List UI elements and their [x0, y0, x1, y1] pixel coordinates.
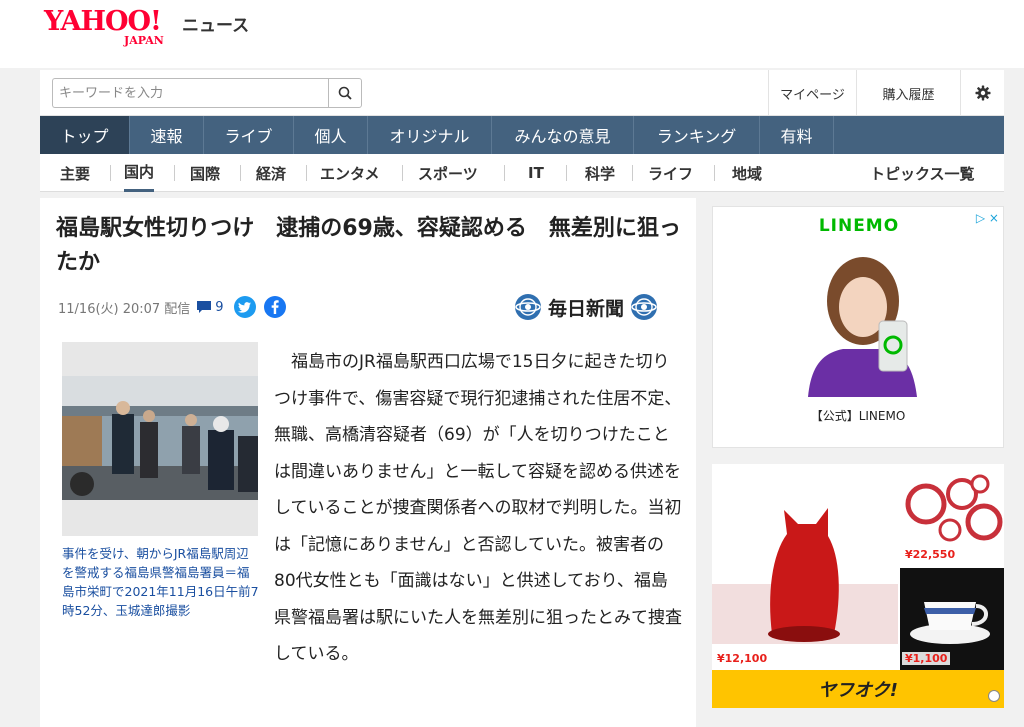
category-separator: [306, 165, 307, 181]
article-headline: 福島駅女性切りつけ 逮捕の69歳、容疑認める 無差別に狙ったか: [56, 216, 681, 275]
yafuoku-ad[interactable]: ¥12,100 ¥22,550 ¥1,100 ヤフオク!: [712, 464, 1004, 708]
main-nav-top[interactable]: トップ: [40, 116, 130, 154]
category-entertainment[interactable]: エンタメ: [320, 154, 380, 192]
logo-japan-text: JAPAN: [124, 34, 164, 47]
article-body: 福島市のJR福島駅西口広場で15日夕に起きた切りつけ事件で、傷害容疑で現行犯逮捕…: [274, 352, 682, 664]
search-icon: [338, 86, 352, 100]
price-label: ¥1,100: [902, 652, 951, 665]
category-separator: [632, 165, 633, 181]
article-date: 11/16(火) 20:07: [58, 301, 161, 317]
article-haishin: 配信: [164, 301, 191, 317]
price-label: ¥12,100: [714, 652, 771, 665]
category-life[interactable]: ライフ: [648, 154, 693, 192]
comment-count[interactable]: 9: [215, 300, 223, 315]
publisher-logo[interactable]: 毎日新聞: [514, 290, 680, 324]
linemo-ad-label: 【公式】LINEMO: [810, 409, 906, 423]
search-input[interactable]: [52, 78, 328, 108]
search-bar: マイページ 購入履歴: [40, 70, 1004, 116]
article: 福島駅女性切りつけ 逮捕の69歳、容疑認める 無差別に狙ったか 11/16(火)…: [40, 198, 696, 727]
ad-choices-icon[interactable]: ▷ ×: [976, 211, 999, 225]
main-nav: トップ 速報 ライブ 個人 オリジナル みんなの意見 ランキング 有料: [40, 116, 1004, 154]
main-nav-breaking[interactable]: 速報: [130, 116, 204, 154]
category-main[interactable]: 主要: [60, 154, 90, 192]
category-sports[interactable]: スポーツ: [418, 154, 478, 192]
linemo-ad-image: [713, 245, 1003, 397]
publisher-name: 毎日新聞: [548, 297, 625, 320]
category-science[interactable]: 科学: [585, 154, 615, 192]
service-name[interactable]: ニュース: [182, 11, 249, 36]
main-nav-personal[interactable]: 個人: [294, 116, 368, 154]
category-economy[interactable]: 経済: [256, 154, 286, 192]
main-nav-paid[interactable]: 有料: [760, 116, 834, 154]
twitter-icon: [238, 301, 252, 313]
photo-caption[interactable]: 事件を受け、朝からJR福島駅周辺を警戒する福島県警福島署員＝福島市栄町で2021…: [62, 544, 260, 620]
maneki-neko-image: [712, 464, 898, 670]
topics-list-link[interactable]: トピックス一覧: [870, 154, 975, 192]
category-domestic[interactable]: 国内: [124, 154, 155, 192]
linemo-ad[interactable]: LINEMO ▷ × 【公式】LINEMO: [712, 206, 1004, 448]
ad-item-plates[interactable]: ¥22,550: [900, 464, 1004, 566]
category-region[interactable]: 地域: [732, 154, 762, 192]
category-nav: 主要 国内 国際 経済 エンタメ スポーツ IT 科学 ライフ 地域 トピックス…: [40, 154, 1004, 192]
yahoo-japan-logo[interactable]: YAHOO! JAPAN: [44, 6, 184, 47]
yafuoku-banner[interactable]: ヤフオク!: [712, 670, 1004, 708]
article-meta: 11/16(火) 20:07 配信 9: [58, 296, 294, 318]
article-photo-frame[interactable]: [62, 342, 258, 536]
category-separator: [174, 165, 175, 181]
category-separator: [110, 165, 111, 181]
ad-item-maneki-neko[interactable]: ¥12,100: [712, 464, 898, 670]
category-separator: [714, 165, 715, 181]
gear-icon: [975, 85, 990, 101]
settings-button[interactable]: [960, 70, 1004, 116]
search-button[interactable]: [328, 78, 362, 108]
category-separator: [566, 165, 567, 181]
article-photo: [62, 376, 258, 500]
main-nav-original[interactable]: オリジナル: [368, 116, 492, 154]
category-separator: [240, 165, 241, 181]
category-it[interactable]: IT: [528, 154, 544, 192]
comment-icon[interactable]: [196, 300, 212, 314]
purchase-history-link[interactable]: 購入履歴: [856, 70, 960, 116]
category-separator: [402, 165, 403, 181]
mypage-link[interactable]: マイページ: [768, 70, 856, 116]
main-nav-ranking[interactable]: ランキング: [634, 116, 760, 154]
linemo-brand: LINEMO: [818, 216, 900, 236]
site-header: YAHOO! JAPAN ニュース: [0, 0, 1024, 68]
ad-info-icon[interactable]: [988, 690, 1000, 702]
facebook-icon: [271, 300, 279, 314]
main-nav-opinions[interactable]: みんなの意見: [492, 116, 634, 154]
mainichi-emblem-icon: [515, 294, 541, 320]
price-label: ¥22,550: [902, 548, 959, 561]
category-separator: [504, 165, 505, 181]
twitter-share-button[interactable]: [233, 296, 256, 318]
facebook-share-button[interactable]: [263, 296, 286, 318]
logo-yahoo-text: YAHOO!: [44, 6, 162, 37]
ad-item-teacup[interactable]: ¥1,100: [900, 568, 1004, 670]
category-international[interactable]: 国際: [190, 154, 220, 192]
mainichi-emblem-icon: [631, 294, 658, 320]
main-nav-live[interactable]: ライブ: [204, 116, 294, 154]
